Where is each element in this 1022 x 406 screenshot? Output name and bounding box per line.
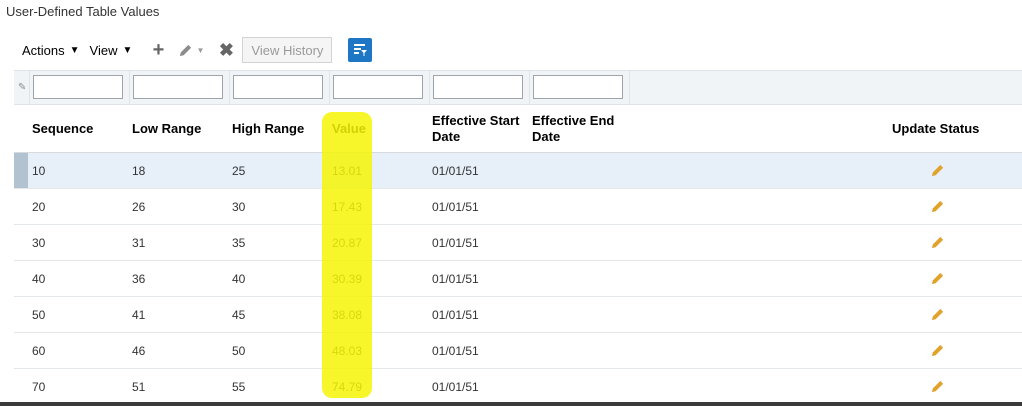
cell-effective-start-date: 01/01/51 <box>432 343 479 358</box>
bottom-edge <box>0 402 1022 406</box>
cell-low-range: 41 <box>132 307 146 322</box>
edit-menu-button[interactable]: ▼ <box>176 40 206 60</box>
cell-low-range: 51 <box>132 379 146 394</box>
effective-start-date-filter-input[interactable] <box>433 75 523 99</box>
table-row[interactable]: 60 46 50 48.03 01/01/51 <box>14 333 1022 369</box>
cell-effective-start-date: 01/01/51 <box>432 199 479 214</box>
plus-icon[interactable]: + <box>150 39 166 61</box>
row-selector[interactable] <box>14 297 28 332</box>
pencil-icon[interactable] <box>930 199 945 214</box>
table-row[interactable]: 50 41 45 38.08 01/01/51 <box>14 297 1022 333</box>
filter-cell-low-range <box>130 71 230 105</box>
cell-value: 38.08 <box>332 307 363 322</box>
cell-low-range: 36 <box>132 271 146 286</box>
cell-sequence: 10 <box>32 163 46 178</box>
column-header-value[interactable]: Value <box>332 105 427 153</box>
row-selector[interactable] <box>14 369 28 404</box>
filter-row: ✎ <box>14 70 1022 105</box>
row-selector[interactable] <box>14 153 28 188</box>
cell-effective-start-date: 01/01/51 <box>432 271 479 286</box>
cell-low-range: 46 <box>132 343 146 358</box>
caret-down-icon: ▼ <box>122 44 133 56</box>
effective-end-date-filter-input[interactable] <box>533 75 623 99</box>
cell-low-range: 18 <box>132 163 146 178</box>
cell-effective-start-date: 01/01/51 <box>432 307 479 322</box>
pencil-icon[interactable] <box>930 379 945 394</box>
filter-cell-effective-end <box>530 71 630 105</box>
filter-cell-effective-start <box>430 71 530 105</box>
filter-cell-high-range <box>230 71 330 105</box>
query-by-example-button[interactable] <box>348 38 373 62</box>
table-toolbar: Actions ▼ View ▼ + ▼ ✖ View History <box>22 36 373 64</box>
caret-down-icon: ▼ <box>69 44 80 56</box>
view-history-button[interactable]: View History <box>242 37 333 63</box>
actions-menu-label: Actions <box>22 42 65 58</box>
cell-sequence: 30 <box>32 235 46 250</box>
table-row[interactable]: 70 51 55 74.79 01/01/51 <box>14 369 1022 405</box>
pencil-icon[interactable] <box>930 271 945 286</box>
caret-down-icon: ▼ <box>196 45 205 55</box>
view-menu-label: View <box>89 42 118 58</box>
cell-effective-start-date: 01/01/51 <box>432 163 479 178</box>
table-header-row: Sequence Low Range High Range Value Effe… <box>14 105 1022 153</box>
cell-high-range: 40 <box>232 271 246 286</box>
column-header-low-range[interactable]: Low Range <box>132 105 227 153</box>
column-header-effective-end-date[interactable]: Effective End Date <box>532 105 628 153</box>
query-by-example-icon <box>354 44 368 56</box>
column-header-effective-start-date[interactable]: Effective Start Date <box>432 105 528 153</box>
cell-value: 30.39 <box>332 271 363 286</box>
column-header-high-range[interactable]: High Range <box>232 105 327 153</box>
table-row[interactable]: 40 36 40 30.39 01/01/51 <box>14 261 1022 297</box>
cell-value: 74.79 <box>332 379 363 394</box>
cell-high-range: 25 <box>232 163 246 178</box>
pencil-icon[interactable] <box>930 235 945 250</box>
row-selector[interactable] <box>14 189 28 224</box>
cell-value: 17.43 <box>332 199 363 214</box>
pencil-icon[interactable] <box>930 343 945 358</box>
filter-gutter: ✎ <box>14 71 30 105</box>
cell-value: 13.01 <box>332 163 363 178</box>
cell-sequence: 70 <box>32 379 46 394</box>
close-icon[interactable]: ✖ <box>218 40 234 60</box>
row-selector[interactable] <box>14 261 28 296</box>
cell-effective-start-date: 01/01/51 <box>432 235 479 250</box>
actions-menu-button[interactable]: Actions ▼ <box>22 43 80 58</box>
cell-sequence: 60 <box>32 343 46 358</box>
pencil-icon <box>180 44 192 56</box>
cell-sequence: 40 <box>32 271 46 286</box>
table-row[interactable]: 20 26 30 17.43 01/01/51 <box>14 189 1022 225</box>
cell-effective-start-date: 01/01/51 <box>432 379 479 394</box>
cell-high-range: 50 <box>232 343 246 358</box>
sequence-filter-input[interactable] <box>33 75 123 99</box>
page-title: User-Defined Table Values <box>6 4 160 19</box>
cell-high-range: 45 <box>232 307 246 322</box>
row-selector[interactable] <box>14 333 28 368</box>
pencil-icon[interactable] <box>930 307 945 322</box>
table-row[interactable]: 30 31 35 20.87 01/01/51 <box>14 225 1022 261</box>
view-menu-button[interactable]: View ▼ <box>90 43 133 58</box>
cell-sequence: 20 <box>32 199 46 214</box>
cell-value: 20.87 <box>332 235 363 250</box>
cell-low-range: 26 <box>132 199 146 214</box>
cell-high-range: 35 <box>232 235 246 250</box>
high-range-filter-input[interactable] <box>233 75 323 99</box>
cell-sequence: 50 <box>32 307 46 322</box>
column-header-sequence[interactable]: Sequence <box>32 105 127 153</box>
pencil-icon: ✎ <box>18 82 27 93</box>
table-row[interactable]: 10 18 25 13.01 01/01/51 <box>14 153 1022 189</box>
row-selector[interactable] <box>14 225 28 260</box>
cell-value: 48.03 <box>332 343 363 358</box>
cell-low-range: 31 <box>132 235 146 250</box>
filter-cell-sequence <box>30 71 130 105</box>
column-header-update-status: Update Status <box>892 121 980 136</box>
pencil-icon[interactable] <box>930 163 945 178</box>
low-range-filter-input[interactable] <box>133 75 223 99</box>
filter-cell-value <box>330 71 430 105</box>
cell-high-range: 30 <box>232 199 246 214</box>
value-filter-input[interactable] <box>333 75 423 99</box>
cell-high-range: 55 <box>232 379 246 394</box>
